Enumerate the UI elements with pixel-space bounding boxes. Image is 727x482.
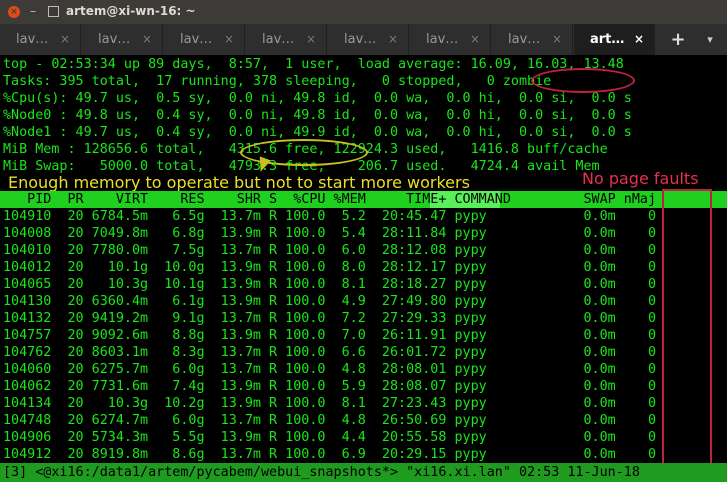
tab-5[interactable]: lav… ×: [328, 24, 409, 55]
tab-active[interactable]: art… ×: [574, 24, 655, 55]
zombie-highlight-oval: [531, 68, 635, 93]
tab-close-icon[interactable]: ×: [60, 24, 70, 55]
process-row: 104134 20 10.3g 10.2g 13.9m R 100.0 8.1 …: [3, 396, 657, 411]
tab-2[interactable]: lav… ×: [82, 24, 163, 55]
process-row: 104060 20 6275.7m 6.0g 13.7m R 100.0 4.8…: [3, 362, 657, 377]
tab-close-icon[interactable]: ×: [306, 24, 316, 55]
memory-annotation: Enough memory to operate but not to star…: [8, 173, 470, 192]
tab-close-icon[interactable]: ×: [224, 24, 234, 55]
window-titlebar: × – artem@xi-wn-16: ~: [0, 0, 727, 24]
tab-1[interactable]: lav… ×: [0, 24, 81, 55]
maximize-icon[interactable]: [48, 6, 59, 17]
terminal-area[interactable]: top - 02:53:34 up 89 days, 8:57, 1 user,…: [0, 55, 727, 482]
process-row: 104010 20 7780.0m 7.5g 13.7m R 100.0 6.0…: [3, 243, 657, 258]
tab-close-icon[interactable]: ×: [470, 24, 480, 55]
top-summary-line: top - 02:53:34 up 89 days, 8:57, 1 user,…: [3, 57, 624, 72]
minimize-icon[interactable]: –: [30, 4, 36, 18]
process-row: 104757 20 9092.6m 8.8g 13.9m R 100.0 7.0…: [3, 328, 657, 343]
tab-close-icon[interactable]: ×: [388, 24, 398, 55]
process-table-header: PID PR VIRT RES SHR S %CPU %MEM TIME+ CO…: [0, 191, 727, 208]
tab-label: art…: [590, 32, 625, 47]
process-row: 104906 20 5734.3m 5.5g 13.9m R 100.0 4.4…: [3, 430, 657, 445]
tab-7[interactable]: lav… ×: [492, 24, 573, 55]
tab-close-icon[interactable]: ×: [552, 24, 562, 55]
process-row: 104062 20 7731.6m 7.4g 13.9m R 100.0 5.9…: [3, 379, 657, 394]
tab-bar: lav… × lav… × lav… × lav… × lav… × lav… × lav……: [0, 24, 727, 56]
process-row: 104748 20 6274.7m 6.0g 13.7m R 100.0 4.8…: [3, 413, 657, 428]
tab-label: lav…: [426, 32, 459, 47]
cpu-line: %Cpu(s): 49.7 us, 0.5 sy, 0.0 ni, 49.8 i…: [3, 91, 632, 106]
tab-label: lav…: [262, 32, 295, 47]
process-row: 104132 20 9419.2m 9.1g 13.7m R 100.0 7.2…: [3, 311, 657, 326]
window-title: artem@xi-wn-16: ~: [66, 4, 196, 18]
new-tab-icon[interactable]: +: [664, 24, 692, 55]
tab-3[interactable]: lav… ×: [164, 24, 245, 55]
tab-label: lav…: [344, 32, 377, 47]
process-row: 104762 20 8603.1m 8.3g 13.7m R 100.0 6.6…: [3, 345, 657, 360]
tab-label: lav…: [98, 32, 131, 47]
screen-status-bar: [3] <@xi16:/data1/artem/pycabem/webui_sn…: [0, 463, 727, 482]
page-fault-annotation: No page faults: [582, 169, 699, 188]
process-row: 104065 20 10.3g 10.1g 13.9m R 100.0 8.1 …: [3, 277, 657, 292]
tab-close-icon[interactable]: ×: [634, 24, 644, 55]
tab-menu-icon[interactable]: ▾: [700, 24, 720, 55]
node0-line: %Node0 : 49.8 us, 0.4 sy, 0.0 ni, 49.8 i…: [3, 108, 632, 123]
process-row: 104912 20 8919.8m 8.6g 13.7m R 100.0 6.9…: [3, 447, 657, 462]
tasks-line: Tasks: 395 total, 17 running, 378 sleepi…: [3, 74, 552, 89]
header-text: PID PR VIRT RES SHR S %CPU %MEM TIME+ CO…: [3, 192, 657, 207]
process-row: 104008 20 7049.8m 6.8g 13.9m R 100.0 5.4…: [3, 226, 657, 241]
nmaj-column-highlight-box: [662, 189, 712, 465]
status-bar-text: [3] <@xi16:/data1/artem/pycabem/webui_sn…: [3, 465, 640, 480]
close-icon[interactable]: ×: [8, 6, 20, 18]
tab-label: lav…: [16, 32, 49, 47]
tab-close-icon[interactable]: ×: [142, 24, 152, 55]
tab-label: lav…: [508, 32, 541, 47]
process-row: 104910 20 6784.5m 6.5g 13.7m R 100.0 5.2…: [3, 209, 657, 224]
tab-label: lav…: [180, 32, 213, 47]
tab-6[interactable]: lav… ×: [410, 24, 491, 55]
process-row: 104130 20 6360.4m 6.1g 13.9m R 100.0 4.9…: [3, 294, 657, 309]
tab-4[interactable]: lav… ×: [246, 24, 327, 55]
process-row: 104012 20 10.1g 10.0g 13.9m R 100.0 8.0 …: [3, 260, 657, 275]
